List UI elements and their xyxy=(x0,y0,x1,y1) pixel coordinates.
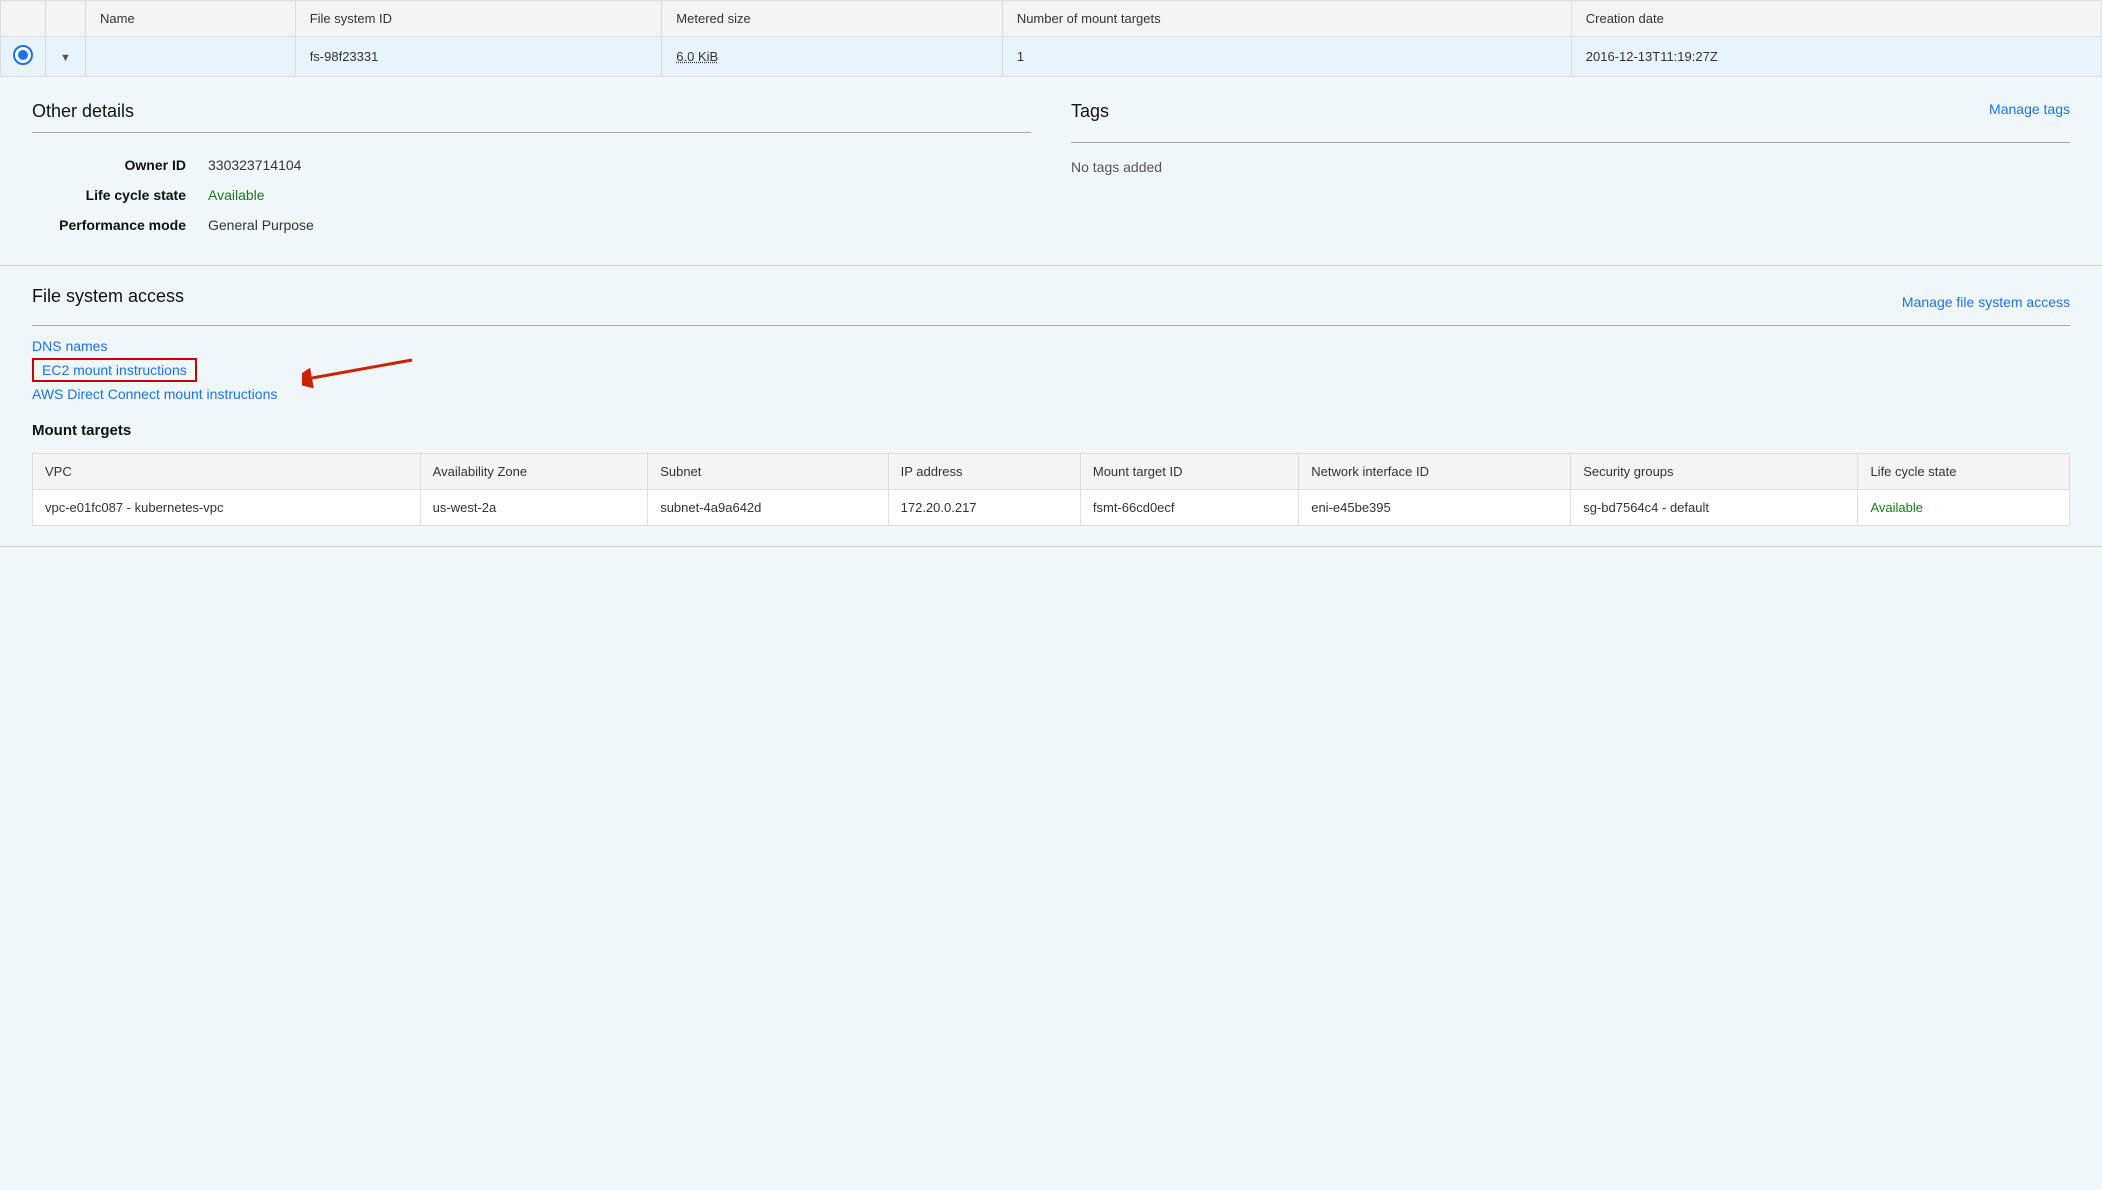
radio-button[interactable] xyxy=(15,47,31,63)
ip-cell: 172.20.0.217 xyxy=(888,490,1080,526)
select-col-header xyxy=(1,1,46,37)
lifecycle-label: Life cycle state xyxy=(34,181,194,209)
expand-col-header xyxy=(46,1,86,37)
aws-direct-connect-link[interactable]: AWS Direct Connect mount instructions xyxy=(32,386,277,402)
subnet-cell: subnet-4a9a642d xyxy=(648,490,888,526)
lifecyclestate-col-header: Life cycle state xyxy=(1858,454,2070,490)
details-section: Other details Owner ID 330323714104 Life… xyxy=(0,77,2102,266)
performance-row: Performance mode General Purpose xyxy=(34,211,1029,239)
other-details-panel: Other details Owner ID 330323714104 Life… xyxy=(32,101,1031,241)
subnet-col-header: Subnet xyxy=(648,454,888,490)
red-arrow-icon xyxy=(302,348,422,398)
performance-label: Performance mode xyxy=(34,211,194,239)
tags-panel: Tags Manage tags No tags added xyxy=(1071,101,2070,241)
performance-value: General Purpose xyxy=(196,211,1029,239)
name-cell xyxy=(86,37,296,77)
networkinterfaceid-col-header: Network interface ID xyxy=(1299,454,1571,490)
networkinterfaceid-cell: eni-e45be395 xyxy=(1299,490,1571,526)
securitygroups-col-header: Security groups xyxy=(1571,454,1858,490)
mounttargetid-cell: fsmt-66cd0ecf xyxy=(1080,490,1298,526)
az-col-header: Availability Zone xyxy=(420,454,648,490)
creationdate-col-header: Creation date xyxy=(1571,1,2101,37)
mount-targets-section: Mount targets VPC Availability Zone Subn… xyxy=(32,402,2070,526)
manage-file-system-access-link[interactable]: Manage file system access xyxy=(1902,294,2070,310)
manage-tags-link[interactable]: Manage tags xyxy=(1989,101,2070,117)
vpc-cell: vpc-e01fc087 - kubernetes-vpc xyxy=(33,490,421,526)
filesystemid-cell: fs-98f23331 xyxy=(295,37,662,77)
mount-table-row: vpc-e01fc087 - kubernetes-vpc us-west-2a… xyxy=(33,490,2070,526)
dns-names-link[interactable]: DNS names xyxy=(32,338,107,354)
mounttargetid-col-header: Mount target ID xyxy=(1080,454,1298,490)
az-cell: us-west-2a xyxy=(420,490,648,526)
details-table: Owner ID 330323714104 Life cycle state A… xyxy=(32,149,1031,241)
expand-cell[interactable]: ▼ xyxy=(46,37,86,77)
tags-header: Tags Manage tags xyxy=(1071,101,2070,132)
ec2-mount-instructions-link[interactable]: EC2 mount instructions xyxy=(32,358,197,382)
file-system-access-section: File system access Manage file system ac… xyxy=(0,266,2102,547)
creationdate-cell: 2016-12-13T11:19:27Z xyxy=(1571,37,2101,77)
access-links-list: DNS names EC2 mount instructions AWS Dir… xyxy=(32,338,2070,402)
filesystemid-col-header: File system ID xyxy=(295,1,662,37)
securitygroups-cell: sg-bd7564c4 - default xyxy=(1571,490,1858,526)
ec2-link-container: EC2 mount instructions xyxy=(32,358,197,382)
meteredsize-col-header: Metered size xyxy=(662,1,1003,37)
mounttargets-cell: 1 xyxy=(1002,37,1571,77)
expand-icon[interactable]: ▼ xyxy=(60,52,71,64)
name-col-header: Name xyxy=(86,1,296,37)
access-title: File system access xyxy=(32,286,184,307)
lifecycle-value: Available xyxy=(196,181,1029,209)
other-details-title: Other details xyxy=(32,101,1031,122)
mount-table-header-row: VPC Availability Zone Subnet IP address … xyxy=(33,454,2070,490)
lifecycle-row: Life cycle state Available xyxy=(34,181,1029,209)
mount-targets-title: Mount targets xyxy=(32,422,2070,439)
owner-id-value: 330323714104 xyxy=(196,151,1029,179)
tags-title: Tags xyxy=(1071,101,1109,122)
meteredsize-cell: 6.0 KiB xyxy=(662,37,1003,77)
no-tags-text: No tags added xyxy=(1071,159,2070,175)
mount-targets-table: VPC Availability Zone Subnet IP address … xyxy=(32,453,2070,526)
owner-id-label: Owner ID xyxy=(34,151,194,179)
vpc-col-header: VPC xyxy=(33,454,421,490)
file-systems-table: Name File system ID Metered size Number … xyxy=(0,0,2102,77)
lifecyclestate-cell: Available xyxy=(1858,490,2070,526)
mounttargets-col-header: Number of mount targets xyxy=(1002,1,1571,37)
table-row[interactable]: ▼ fs-98f23331 6.0 KiB 1 2016-12-13T11:19… xyxy=(1,37,2102,77)
ip-col-header: IP address xyxy=(888,454,1080,490)
owner-id-row: Owner ID 330323714104 xyxy=(34,151,1029,179)
radio-cell[interactable] xyxy=(1,37,46,77)
access-header: File system access Manage file system ac… xyxy=(32,286,2070,317)
